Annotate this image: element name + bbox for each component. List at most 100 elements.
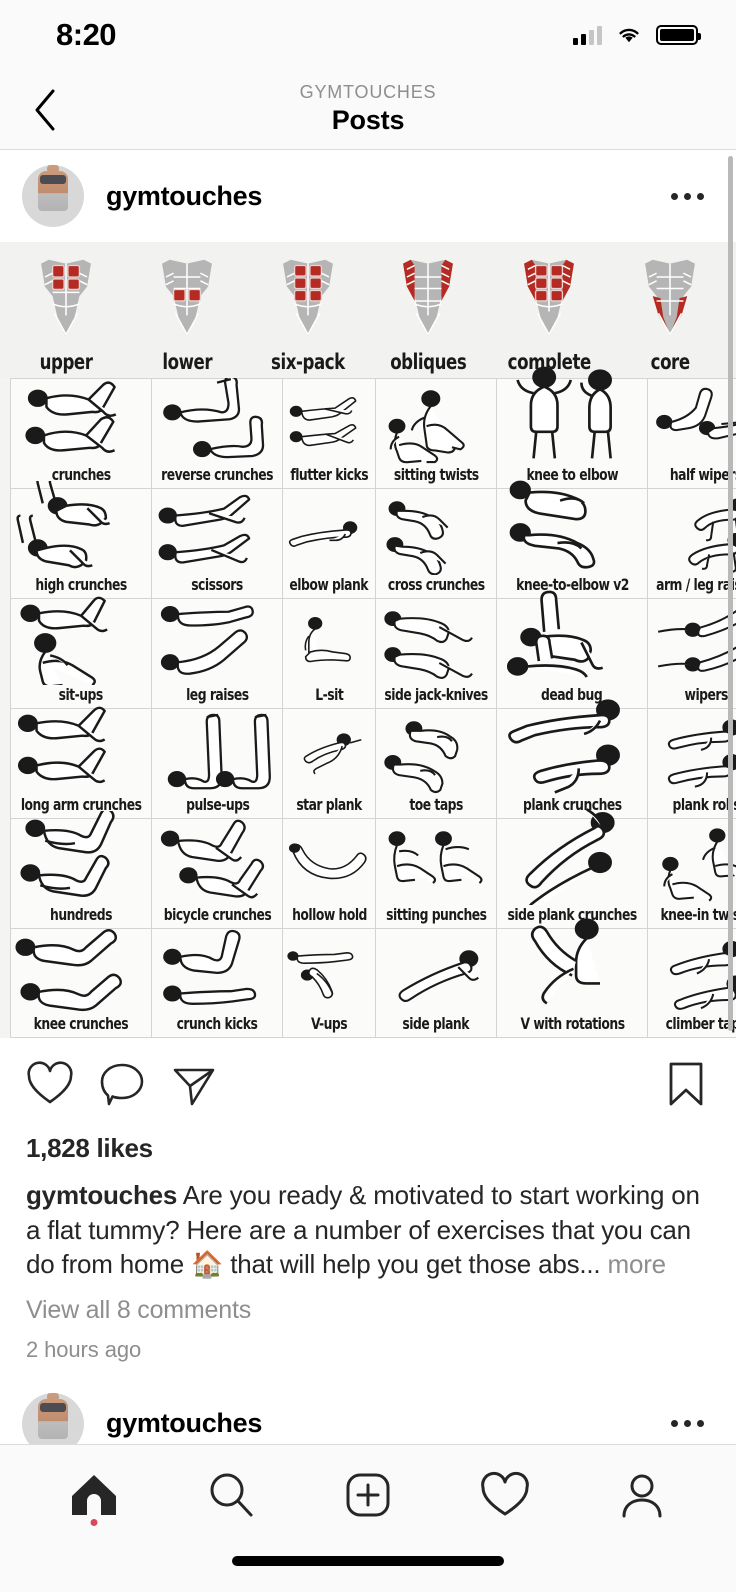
abs-type-label: obliques	[390, 350, 467, 374]
exercise-cell[interactable]: cross crunches	[374, 488, 496, 598]
exercise-cell[interactable]: sitting punches	[374, 818, 496, 928]
exercise-cell[interactable]: knee crunches	[10, 928, 152, 1038]
abs-diagram-obliques	[403, 259, 454, 337]
status-clock: 8:20	[56, 17, 117, 52]
exercise-label: crunch kicks	[176, 1014, 258, 1033]
exercise-cell[interactable]: hollow hold	[282, 818, 375, 928]
plank-crunch-figure-icon	[497, 690, 647, 795]
exercise-cell[interactable]: sit-ups	[10, 596, 152, 708]
abs-diagram-lower	[162, 259, 212, 337]
save-button[interactable]	[652, 1054, 714, 1119]
exercise-cell[interactable]: side jack-knives	[374, 598, 496, 708]
l-sit-figure-icon	[283, 599, 374, 685]
like-button[interactable]	[22, 1054, 86, 1119]
status-bar: 8:20	[0, 0, 736, 70]
share-paper-plane-icon	[173, 1068, 215, 1106]
share-button[interactable]	[158, 1054, 230, 1119]
exercise-cell[interactable]: V with rotations	[495, 918, 648, 1038]
create-tab[interactable]	[331, 1458, 405, 1532]
scissor-figure-icon	[152, 484, 282, 575]
nav-bar: GYMTOUCHES Posts	[0, 70, 736, 150]
exercise-cell[interactable]: crunch kicks	[151, 928, 283, 1038]
bottom-tab-bar	[0, 1444, 736, 1544]
view-comments-link[interactable]: View all 8 comments	[0, 1282, 736, 1325]
star-plank-figure-icon	[283, 709, 374, 795]
exercise-cell[interactable]: toe taps	[374, 708, 496, 818]
post-username[interactable]: gymtouches	[106, 181, 262, 212]
exercise-cell[interactable]: plank rolls	[647, 708, 736, 818]
abs-type-lower: lower	[127, 254, 248, 374]
avatar[interactable]	[22, 165, 84, 227]
leg-raise-figure-icon	[152, 594, 282, 685]
exercise-cell[interactable]: V-ups	[282, 928, 375, 1038]
home-indicator[interactable]	[232, 1556, 504, 1566]
exercise-label: half wipers	[670, 465, 736, 484]
caption-author[interactable]: gymtouches	[26, 1180, 177, 1210]
exercise-cell[interactable]: bicycle crunches	[151, 818, 283, 928]
caption-more-link[interactable]: more	[608, 1249, 667, 1279]
battery-full-icon	[656, 25, 701, 45]
feed-scroll-area[interactable]: gymtouches upper lower six-pack obliques…	[0, 150, 736, 1444]
lying-knee-crunch-figure-icon	[11, 367, 151, 465]
exercise-label: star plank	[296, 795, 362, 814]
status-indicators	[573, 25, 701, 45]
likes-count[interactable]: 1,828 likes	[0, 1129, 736, 1164]
exercise-cell[interactable]: half wipers	[647, 378, 736, 488]
exercise-cell[interactable]: sitting twists	[374, 378, 496, 488]
elbow-plank-figure-icon	[283, 489, 374, 575]
exercise-cell[interactable]: leg raises	[151, 598, 283, 708]
person-icon	[622, 1474, 662, 1517]
exercise-label: V with rotations	[519, 1014, 625, 1033]
exercise-label: arm / leg raises	[656, 575, 736, 594]
hollow-hold-figure-icon	[283, 819, 374, 905]
post-image[interactable]: upper lower six-pack obliques complete c…	[0, 242, 736, 1038]
exercise-label: toe taps	[409, 795, 463, 814]
more-options-icon[interactable]	[661, 179, 714, 214]
comment-button[interactable]	[86, 1054, 158, 1119]
climber-tap-figure-icon	[648, 929, 736, 1014]
cross-crunch-figure-icon	[376, 489, 496, 575]
long-arm-crunch-figure-icon	[11, 697, 151, 795]
seated-twist-figure-icon	[376, 379, 496, 465]
exercise-label: side plank	[402, 1014, 470, 1033]
exercise-cell[interactable]: knee-in twists	[647, 818, 736, 928]
exercise-cell[interactable]: scissors	[151, 488, 283, 598]
search-tab[interactable]	[194, 1458, 268, 1532]
exercise-cell[interactable]: star plank	[282, 708, 375, 818]
exercise-cell[interactable]: side plank	[374, 928, 496, 1038]
comment-bubble-icon	[100, 1063, 144, 1106]
more-options-icon[interactable]	[661, 1406, 714, 1441]
exercise-cell[interactable]: climber taps	[647, 928, 736, 1038]
profile-tab[interactable]	[605, 1458, 679, 1532]
activity-tab[interactable]	[468, 1458, 542, 1532]
exercise-cell[interactable]: elbow plank	[282, 488, 375, 598]
exercise-cell[interactable]: long arm crunches	[10, 706, 152, 818]
home-active-dot	[90, 1518, 98, 1526]
half-wiper-figure-icon	[648, 379, 736, 465]
exercise-grid: crunches reverse crunches flutter kicks …	[0, 366, 736, 1038]
exercise-cell[interactable]: hundreds	[10, 810, 152, 928]
plus-box-icon	[346, 1473, 390, 1516]
abs-type-complete: complete	[489, 254, 610, 374]
standing-knee-elbow-figure-icon	[497, 360, 647, 465]
exercise-cell[interactable]: pulse-ups	[151, 708, 283, 818]
exercise-label: L-sit	[315, 685, 344, 704]
exercise-cell[interactable]: arm / leg raises	[647, 488, 736, 598]
post-timestamp: 2 hours ago	[26, 1336, 142, 1362]
side-plank-crunch-figure-icon	[497, 800, 647, 905]
exercise-cell[interactable]: flutter kicks	[282, 378, 375, 488]
high-crunch-figure-icon	[11, 477, 151, 575]
flutter-kick-figure-icon	[283, 379, 374, 465]
exercise-cell[interactable]: crunches	[10, 378, 152, 488]
back-button[interactable]	[22, 87, 68, 133]
exercise-cell[interactable]: wipers	[647, 598, 736, 708]
exercise-cell[interactable]: L-sit	[282, 598, 375, 708]
knee-elbow-v2-figure-icon	[497, 470, 647, 575]
exercise-cell[interactable]: reverse crunches	[151, 377, 283, 488]
exercise-label: knee crunches	[33, 1014, 129, 1033]
exercise-cell[interactable]: high crunches	[10, 480, 152, 598]
avatar[interactable]	[22, 1392, 84, 1444]
home-tab[interactable]	[57, 1458, 131, 1532]
post-username[interactable]: gymtouches	[106, 1408, 262, 1439]
vertical-scrollbar[interactable]	[728, 156, 733, 1031]
